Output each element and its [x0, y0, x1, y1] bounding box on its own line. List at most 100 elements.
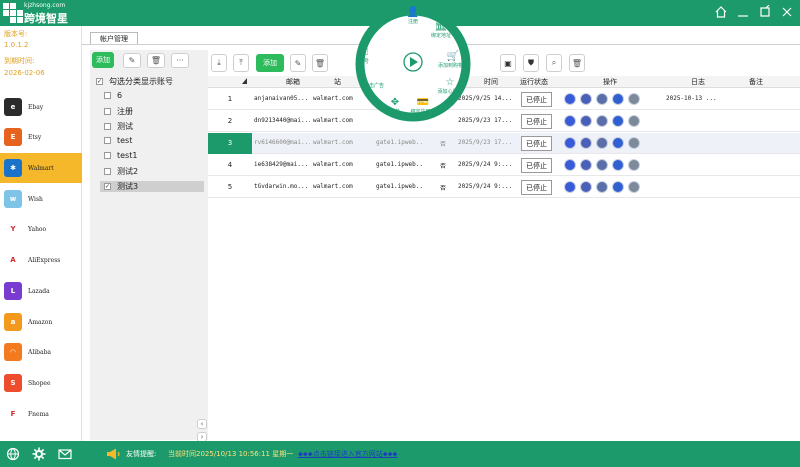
cookie-icon[interactable]	[580, 93, 592, 105]
status-button[interactable]: 已停止	[521, 136, 552, 151]
category-add-button[interactable]: 添加	[92, 52, 114, 68]
platform-item-ebay[interactable]: e Ebay	[0, 92, 82, 122]
row-number[interactable]: 1	[208, 89, 252, 110]
chrome-icon[interactable]	[564, 137, 576, 149]
info-icon[interactable]	[612, 159, 624, 171]
platform-item-wish[interactable]: w Wish	[0, 184, 82, 214]
table-row[interactable]: 4 ie638429@mai... walmart.com gate1.ipwe…	[208, 155, 800, 176]
radial-item-click-ad[interactable]: 点击广告	[356, 82, 392, 89]
maximize-icon[interactable]	[758, 4, 772, 19]
category-item[interactable]: ✓ 测试3	[100, 181, 204, 192]
category-item[interactable]: 注册	[104, 106, 133, 117]
fan-icon[interactable]	[596, 159, 608, 171]
status-button[interactable]: 已停止	[521, 180, 552, 195]
cookie-icon[interactable]	[580, 159, 592, 171]
platform-item-etsy[interactable]: E Etsy	[0, 122, 82, 152]
platform-item-lazada[interactable]: L Lazada	[0, 276, 82, 306]
col-email[interactable]: 邮箱	[286, 77, 300, 87]
cookie-icon[interactable]	[580, 115, 592, 127]
chrome-icon[interactable]	[564, 115, 576, 127]
close-icon[interactable]	[780, 5, 794, 19]
checkbox-icon[interactable]	[104, 123, 111, 130]
radial-item-bind-address[interactable]: 🏛 绑定地址	[423, 22, 459, 40]
category-item[interactable]: 测试	[104, 121, 133, 132]
category-item[interactable]: test	[104, 136, 132, 145]
category-item[interactable]: 测试2	[104, 166, 138, 177]
account-edit-button[interactable]: ✎	[290, 54, 306, 72]
import-button[interactable]: ⤓	[211, 54, 227, 72]
platform-item-fnema[interactable]: F Fnema	[0, 399, 82, 429]
message-icon[interactable]	[628, 93, 640, 105]
search-button[interactable]: ⌕	[546, 54, 562, 72]
row-number[interactable]: 4	[208, 155, 252, 176]
status-button[interactable]: 已停止	[521, 114, 552, 129]
globe-icon[interactable]	[6, 447, 20, 461]
status-button[interactable]: 已停止	[521, 158, 552, 173]
message-icon[interactable]	[628, 137, 640, 149]
fan-icon[interactable]	[596, 115, 608, 127]
message-icon[interactable]	[628, 159, 640, 171]
info-icon[interactable]	[612, 137, 624, 149]
platform-item-aliexpress[interactable]: A AliExpress	[0, 245, 82, 275]
minimize-icon[interactable]	[736, 5, 750, 19]
platform-item-amazon[interactable]: a Amazon	[0, 307, 82, 337]
checkbox-icon[interactable]	[104, 108, 111, 115]
row-number[interactable]: 2	[208, 111, 252, 132]
platform-item-yahoo[interactable]: Y Yahoo	[0, 214, 82, 244]
category-more-button[interactable]: ···	[171, 53, 189, 68]
checkbox-icon[interactable]	[104, 168, 111, 175]
table-row[interactable]: 2 dn9213440@mai... walmart.com 2025/9/23…	[208, 111, 800, 132]
scroll-left-button[interactable]: ‹	[197, 419, 207, 429]
android-button[interactable]: ▣	[500, 54, 516, 72]
export-button[interactable]: ⤒	[233, 54, 249, 72]
message-icon[interactable]	[628, 181, 640, 193]
table-row[interactable]: 3 rv6146600@mai... walmart.com gate1.ipw…	[208, 133, 800, 154]
checkbox-icon[interactable]	[104, 92, 111, 99]
status-button[interactable]: 已停止	[521, 92, 552, 107]
account-add-button[interactable]: 添加	[256, 54, 284, 72]
gear-icon[interactable]	[32, 447, 46, 461]
category-item[interactable]: test1	[104, 151, 137, 160]
info-icon[interactable]	[612, 93, 624, 105]
checkbox-icon[interactable]	[104, 137, 111, 144]
chrome-icon[interactable]	[564, 93, 576, 105]
account-delete-button[interactable]: 🗑	[312, 54, 328, 72]
radial-item-bind-email[interactable]: 绑定邮箱	[365, 12, 401, 19]
checkbox-icon[interactable]	[104, 152, 111, 159]
table-row[interactable]: 5 tGvdarwin.mo... walmart.com gate1.ipwe…	[208, 177, 800, 198]
chrome-icon[interactable]	[564, 159, 576, 171]
platform-item-walmart[interactable]: ✱ Walmart	[0, 153, 82, 183]
message-icon[interactable]	[628, 115, 640, 127]
checkbox-icon[interactable]: ✓	[104, 183, 111, 190]
row-number[interactable]: 5	[208, 177, 252, 198]
table-row[interactable]: 1 anjanaivan05... walmart.com 2025/9/25 …	[208, 89, 800, 110]
radial-item-place-order[interactable]: ✥ 下单	[377, 98, 413, 116]
radial-item-nurture-account[interactable]: ⏍ 养号	[346, 48, 382, 66]
platform-item-alibaba[interactable]: ◠ Alibaba	[0, 337, 82, 367]
mail-icon[interactable]	[58, 447, 72, 461]
official-site-link[interactable]: ⬥⬥⬥点击链接进入官方网站⬥⬥⬥	[298, 449, 397, 459]
category-header[interactable]: ✓ 勾选分类显示账号	[96, 76, 173, 87]
chrome-icon[interactable]	[564, 181, 576, 193]
category-edit-button[interactable]: ✎	[123, 53, 141, 68]
fan-icon[interactable]	[596, 93, 608, 105]
fan-icon[interactable]	[596, 137, 608, 149]
col-log[interactable]: 日志	[691, 77, 705, 87]
info-icon[interactable]	[612, 181, 624, 193]
home-icon[interactable]	[714, 5, 728, 19]
row-number[interactable]: 3	[208, 133, 252, 154]
radial-item-add-to-cart[interactable]: 🛒 添加到购物车	[435, 52, 471, 70]
col-ops[interactable]: 操作	[603, 77, 617, 87]
col-status[interactable]: 运行状态	[520, 77, 548, 87]
fan-icon[interactable]	[596, 181, 608, 193]
shield-button[interactable]: ⛊	[523, 54, 539, 72]
clear-button[interactable]: 🗑	[569, 54, 585, 72]
info-icon[interactable]	[612, 115, 624, 127]
platform-item-shopee[interactable]: S Shopee	[0, 368, 82, 398]
category-item[interactable]: 6	[104, 91, 122, 100]
cookie-icon[interactable]	[580, 137, 592, 149]
col-note[interactable]: 备注	[749, 77, 763, 87]
cookie-icon[interactable]	[580, 181, 592, 193]
radial-item-add-wishlist[interactable]: ☆ 添加心愿单	[432, 78, 468, 96]
category-delete-button[interactable]: 🗑	[147, 53, 165, 68]
